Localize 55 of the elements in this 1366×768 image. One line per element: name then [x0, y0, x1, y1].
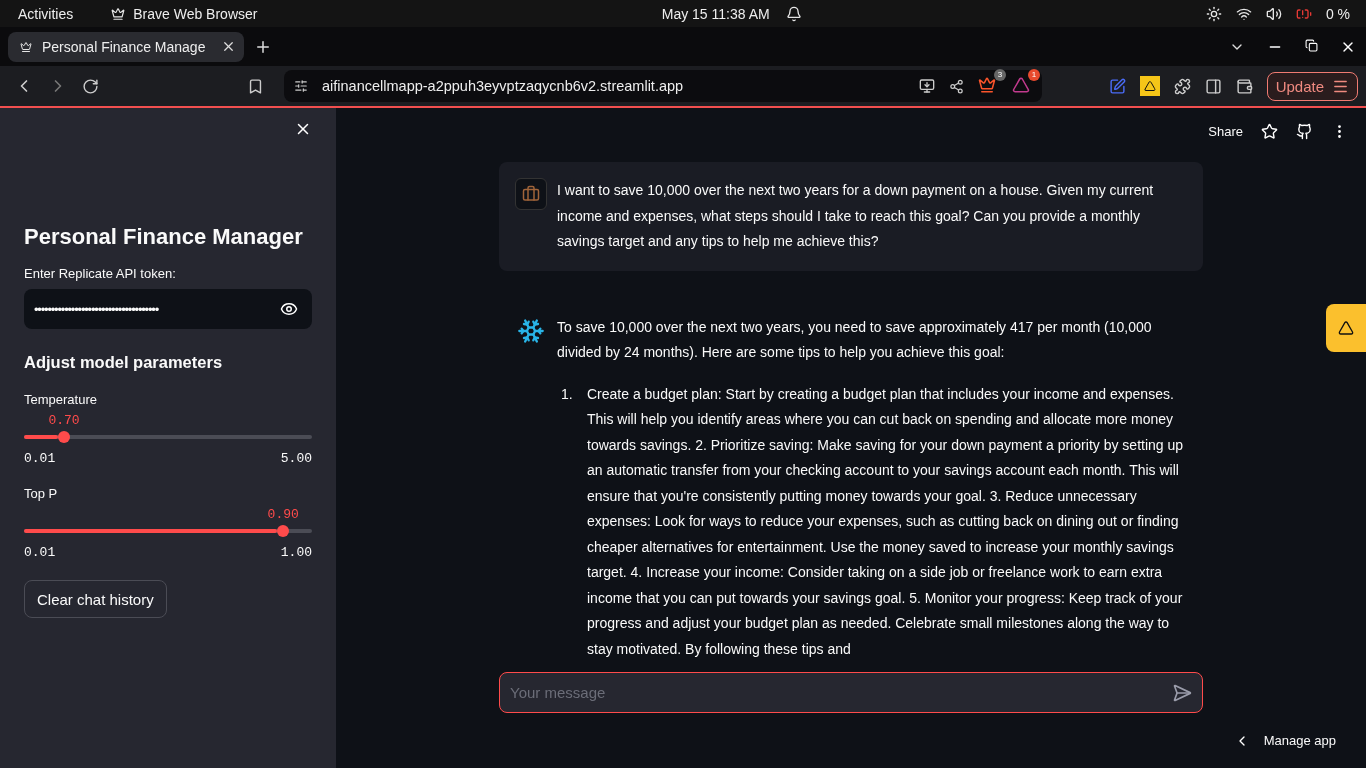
puzzle-icon[interactable]	[1173, 77, 1191, 95]
share-icon[interactable]	[949, 78, 964, 94]
install-icon[interactable]	[919, 78, 935, 94]
message-field[interactable]: Your message	[508, 683, 1172, 702]
site-settings-icon[interactable]	[294, 79, 308, 93]
extension-icon[interactable]	[1139, 76, 1160, 96]
floating-badge[interactable]	[1326, 304, 1366, 352]
count-badge: 3	[994, 69, 1006, 81]
triangle-icon[interactable]	[1012, 76, 1030, 94]
list-item-text: Create a budget plan: Start by creating a budget plan that includes your income and expenses. This will help you identify areas where you can cut back on spending and allocate more money towards savings. 2. Prioritize saving: Make saving for your down payment a priority by setting up an automatic transfer from your checking account to your savings account each month. This will ensure that you're consistently putting money towards your goal. 3. Reduce unnecessary expenses: Look for ways to reduce your expenses, such as cutting back on dining out or finding cheaper alternatives for entertainment. Use the money saved to increase your monthly savings target. 4. Increase your income: Consider taking on a side job or freelance work to earn extra income that you can put towards your savings goal. 5. Monitor your progress: Keep track of your progress and adjust your budget plan as needed. Celebrate small milestones along the way to stay motivated. By following these tips and	[587, 384, 1185, 659]
list-number: 1.	[561, 384, 574, 404]
slider-thumb[interactable]	[277, 525, 290, 537]
browser-tab[interactable]: Personal Finance Manage	[8, 31, 244, 62]
app-name: Brave Web Browser	[133, 5, 258, 22]
slider-max: 1.00	[280, 545, 312, 560]
share-link[interactable]: Share	[1208, 123, 1243, 139]
slider-label: Temperature	[24, 392, 98, 407]
slider-thumb[interactable]	[58, 431, 71, 443]
section-title: Adjust model parameters	[24, 353, 224, 372]
brightness-icon	[1205, 5, 1222, 22]
crown-icon	[20, 40, 32, 53]
wallet-icon[interactable]	[1235, 77, 1253, 95]
manage-app-button[interactable]: Manage app	[1227, 731, 1342, 750]
slider-value: 0.70	[48, 413, 80, 428]
github-icon[interactable]	[1296, 122, 1313, 140]
reload-icon[interactable]	[82, 77, 99, 95]
slider-label: Top P	[24, 486, 59, 501]
volume-icon	[1265, 5, 1282, 22]
message-text: To save 10,000 over the next two years, you need to save approximately 417 per month (10,000 divided by 24 months). Here are some tips to help you achieve this goal:	[557, 317, 1153, 362]
close-icon[interactable]	[221, 39, 236, 54]
send-icon[interactable]	[1172, 682, 1192, 703]
sidebar-title: Personal Finance Manager	[24, 224, 304, 250]
slider-max: 5.00	[280, 451, 312, 466]
sidebar-icon[interactable]	[1204, 77, 1222, 95]
clear-history-button[interactable]: Clear chat history	[24, 580, 167, 618]
activities-button[interactable]: Activities	[18, 5, 74, 22]
eye-icon[interactable]	[280, 300, 298, 318]
count-badge: 1	[1028, 69, 1040, 81]
slider-min: 0.01	[24, 451, 56, 466]
update-button[interactable]: Update	[1266, 71, 1358, 101]
date-time[interactable]: May 15 11:38 AM	[661, 5, 770, 22]
restore-icon[interactable]	[1305, 38, 1318, 52]
field-label: Enter Replicate API token:	[24, 266, 177, 281]
slider-min: 0.01	[24, 545, 56, 560]
address-bar[interactable]: aifinancellmapp-a2ppuh3eyvptzaqycnb6v2.streamlit.app 3 1	[284, 70, 1042, 102]
bell-icon	[785, 5, 802, 22]
bookmark-icon[interactable]	[247, 77, 264, 95]
battery-level: 0 %	[1325, 5, 1350, 22]
token-field[interactable]: •••••••••••••••••••••••••••••••••••••	[32, 300, 280, 318]
star-icon[interactable]	[1261, 122, 1278, 140]
message-text: I want to save 10,000 over the next two years for a down payment on a house. Given my current income and expenses, what steps should I take to reach this goal? Can you provide a monthly savings target and any tips to help me achieve this?	[557, 181, 1155, 251]
message-field[interactable]: Your message	[499, 672, 1203, 713]
briefcase-avatar	[515, 178, 547, 210]
token-field[interactable]: •••••••••••••••••••••••••••••••••••••	[24, 289, 312, 329]
slider-value: 0.90	[267, 507, 299, 522]
